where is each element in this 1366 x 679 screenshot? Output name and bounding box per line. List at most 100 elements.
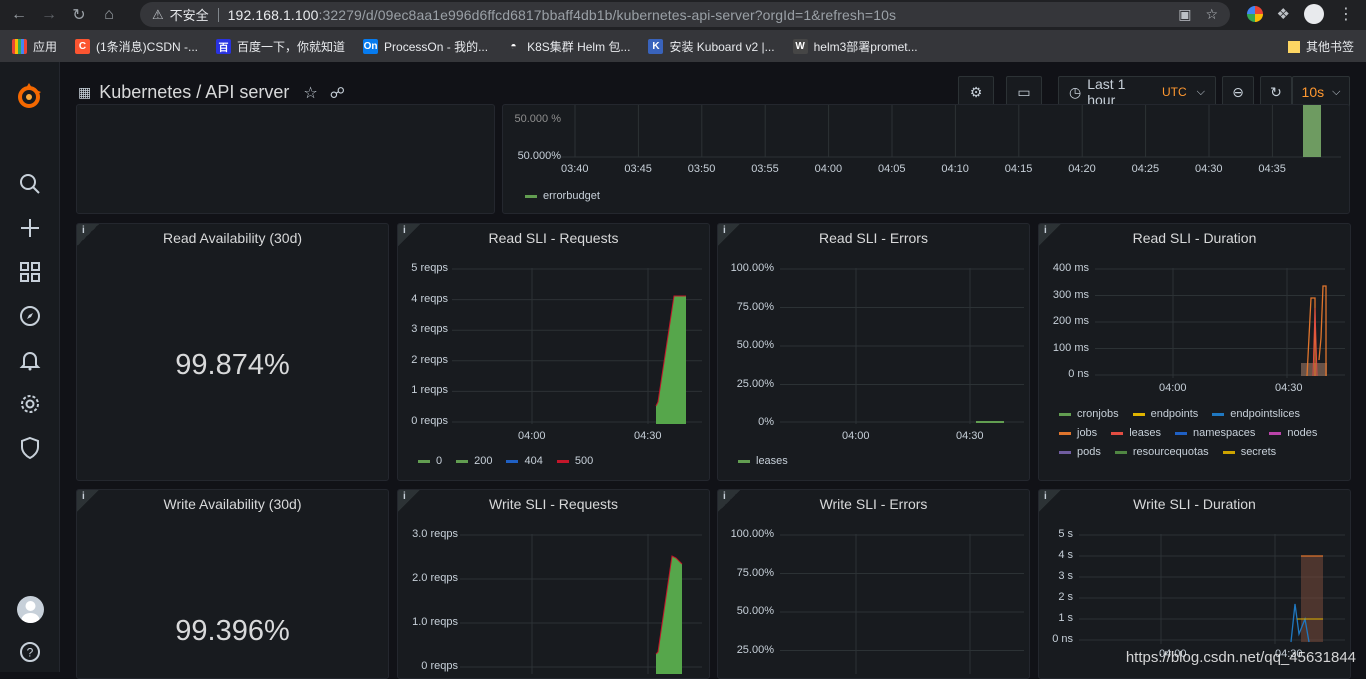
search-icon[interactable]	[18, 172, 42, 196]
panel-title[interactable]: Write SLI - Errors	[718, 496, 1029, 512]
y-tick-label: 1 reqps	[400, 384, 448, 396]
read-requests-panel: i Read SLI - Requests 5 reqps4 reqps3 re…	[397, 223, 710, 481]
legend-swatch	[1059, 451, 1071, 454]
y-tick-label: 100.00%	[720, 262, 774, 274]
favorite-star-icon[interactable]: ☆	[303, 83, 317, 103]
explore-compass-icon[interactable]	[18, 304, 42, 328]
watermark: https://blog.csdn.net/qq_45631844	[1126, 649, 1356, 666]
legend-item[interactable]: 500	[557, 455, 593, 467]
top-left-panel	[76, 104, 495, 214]
omnibox-divider	[218, 8, 219, 22]
legend-item[interactable]: secrets	[1223, 446, 1276, 458]
configuration-gear-icon[interactable]	[18, 392, 42, 416]
translate-icon[interactable]: ▣	[1178, 6, 1191, 23]
browser-menu-icon[interactable]: ⋮	[1338, 4, 1354, 24]
x-tick-label: 03:55	[751, 163, 779, 175]
panel-title[interactable]: Read SLI - Errors	[718, 230, 1029, 246]
home-icon[interactable]: ⌂	[98, 4, 120, 26]
monitor-icon: ▭	[1017, 84, 1030, 101]
forward-arrow-icon[interactable]: →	[38, 4, 60, 26]
other-bookmarks[interactable]: 其他书签	[1288, 38, 1354, 55]
legend-item[interactable]: leases	[1111, 427, 1161, 439]
errorbudget-legend: errorbudget	[525, 190, 614, 209]
profile-avatar-icon[interactable]	[1304, 4, 1324, 24]
bookmark-star-icon[interactable]: ☆	[1205, 6, 1218, 23]
legend-label: 0	[436, 455, 442, 467]
y-tick-label: 50.00%	[720, 339, 774, 351]
alerting-bell-icon[interactable]	[18, 348, 42, 372]
panel-title[interactable]: Read SLI - Duration	[1039, 230, 1350, 246]
bookmark-label: 安装 Kuboard v2 |...	[669, 38, 774, 55]
legend-swatch	[1059, 432, 1071, 435]
legend-item[interactable]: leases	[738, 455, 788, 467]
chevron-down-icon: ⌵	[1197, 86, 1205, 99]
y-tick-label: 50.00%	[720, 605, 774, 617]
x-tick-label: 04:30	[1195, 163, 1223, 175]
legend-label: jobs	[1077, 427, 1097, 439]
grafana-logo-icon[interactable]	[13, 80, 45, 112]
legend-swatch	[557, 460, 569, 463]
x-tick-label: 04:00	[518, 430, 546, 442]
insecure-label: 不安全	[170, 5, 209, 24]
legend-label: errorbudget	[543, 190, 600, 202]
url-host: 192.168.1.100	[228, 7, 319, 23]
bookmark-item[interactable]: 百百度一下，你就知道	[216, 38, 345, 55]
y-tick-label: 2.0 reqps	[400, 572, 458, 584]
dashboard-title[interactable]: Kubernetes / API server	[99, 82, 289, 103]
reload-icon[interactable]: ↻	[68, 4, 90, 26]
user-avatar-icon[interactable]	[17, 596, 44, 623]
legend-item[interactable]: jobs	[1059, 427, 1097, 439]
dashboards-grid-icon[interactable]	[18, 260, 42, 284]
x-tick-label: 03:40	[561, 163, 589, 175]
write-duration-plot	[1079, 534, 1345, 644]
legend-item[interactable]: 404	[506, 455, 542, 467]
y-tick-label: 100.00%	[720, 528, 774, 540]
browser-toolbar: ← → ↻ ⌂ ⚠ 不安全 192.168.1.100:32279/d/09ec…	[0, 0, 1366, 30]
bookmark-item[interactable]: K安装 Kuboard v2 |...	[648, 38, 774, 55]
errorbudget-panel: 50.000 % 50.000% 03:4003:4503:5003:5504:…	[502, 104, 1350, 214]
share-icon[interactable]: ☍	[330, 84, 345, 102]
legend-item[interactable]: errorbudget	[525, 190, 600, 202]
read-duration-plot	[1095, 268, 1345, 378]
y-tick-label: 75.00%	[720, 301, 774, 313]
legend-item[interactable]: endpoints	[1133, 408, 1199, 420]
y-tick-label: 4 s	[1041, 549, 1073, 561]
legend-item[interactable]: 0	[418, 455, 442, 467]
panel-title[interactable]: Write SLI - Duration	[1039, 496, 1350, 512]
legend-item[interactable]: cronjobs	[1059, 408, 1119, 420]
legend-item[interactable]: pods	[1059, 446, 1101, 458]
create-plus-icon[interactable]	[18, 216, 42, 240]
legend-label: secrets	[1241, 446, 1276, 458]
legend-label: 500	[575, 455, 593, 467]
folder-icon	[1288, 41, 1300, 53]
y-tick-label: 25.00%	[720, 644, 774, 656]
x-tick-label: 04:00	[1159, 382, 1187, 394]
y-tick-partial: 50.000 %	[509, 113, 561, 125]
legend-item[interactable]: nodes	[1269, 427, 1317, 439]
panel-title[interactable]: Read SLI - Requests	[398, 230, 709, 246]
x-tick-label: 04:05	[878, 163, 906, 175]
bookmark-item[interactable]: Whelm3部署promet...	[793, 38, 918, 55]
extension-icon[interactable]	[1247, 6, 1263, 22]
panel-title[interactable]: Write Availability (30d)	[77, 496, 388, 512]
legend-item[interactable]: namespaces	[1175, 427, 1255, 439]
extensions-puzzle-icon[interactable]: ❖	[1277, 5, 1290, 23]
panel-title[interactable]: Write SLI - Requests	[398, 496, 709, 512]
legend-item[interactable]: resourcequotas	[1115, 446, 1209, 458]
legend-swatch	[1212, 413, 1224, 416]
server-admin-shield-icon[interactable]	[18, 436, 42, 460]
x-tick-label: 04:35	[1258, 163, 1286, 175]
back-arrow-icon[interactable]: ←	[8, 4, 30, 26]
y-tick-label: 3.0 reqps	[400, 528, 458, 540]
legend-item[interactable]: 200	[456, 455, 492, 467]
read-duration-panel: i Read SLI - Duration 400 ms300 ms200 ms…	[1038, 223, 1351, 481]
legend-item[interactable]: endpointslices	[1212, 408, 1300, 420]
clock-icon: ◷	[1069, 84, 1081, 101]
address-bar[interactable]: ⚠ 不安全 192.168.1.100:32279/d/09ec8aa1e996…	[140, 2, 1230, 27]
bookmark-item[interactable]: C(1条消息)CSDN -...	[75, 38, 198, 55]
bookmark-item[interactable]: OnProcessOn - 我的...	[363, 38, 488, 55]
bookmark-item[interactable]: ◓K8S集群 Helm 包...	[506, 38, 630, 55]
bookmark-item[interactable]: 应用	[12, 38, 57, 55]
panel-title[interactable]: Read Availability (30d)	[77, 230, 388, 246]
help-icon[interactable]: ?	[18, 640, 42, 664]
